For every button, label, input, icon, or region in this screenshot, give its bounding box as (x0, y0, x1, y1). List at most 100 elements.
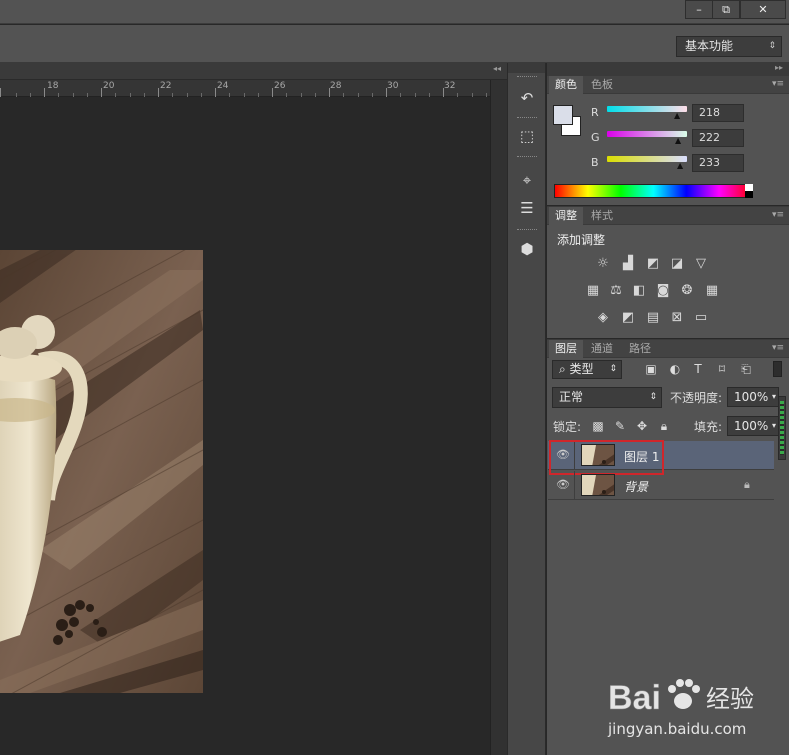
layers-scrollbar[interactable] (778, 396, 786, 460)
layer-row-background[interactable]: 👁︎ 背景 🔒︎ (548, 471, 774, 500)
smart-object-filter-icon[interactable]: ⎗ (738, 361, 754, 377)
workspace-label: 基本功能 (685, 39, 734, 53)
color-lookup-icon[interactable]: ▦ (702, 282, 722, 299)
watermark-url: jingyan.baidu.com (607, 720, 746, 738)
visibility-eye-icon[interactable]: 👁︎ (556, 478, 570, 492)
lock-paint-icon[interactable]: ✎ (612, 418, 628, 434)
close-button[interactable]: ✕ (740, 0, 786, 19)
white-swatch[interactable] (745, 184, 753, 191)
grip-handle[interactable] (517, 117, 537, 119)
adjustments-title: 添加调整 (557, 233, 606, 247)
panel-menu-icon[interactable]: ▾≡ (772, 210, 784, 220)
3d-cube-icon[interactable]: ⬚ (516, 125, 538, 147)
brush-icon[interactable]: ⌖ (516, 169, 538, 191)
tab-layers[interactable]: 图层 (549, 340, 583, 358)
filter-kind-label: 类型 (569, 362, 594, 376)
layer-thumbnail[interactable] (581, 474, 615, 496)
black-swatch[interactable] (745, 191, 753, 198)
watermark-brand: Bai (608, 679, 661, 717)
chevron-down-icon[interactable]: ▾ (772, 417, 776, 435)
minimize-button[interactable]: – (685, 0, 713, 19)
type-filter-icon[interactable]: T (690, 361, 706, 377)
layer-name[interactable]: 背景 (624, 478, 648, 495)
panel-menu-icon[interactable]: ▾≡ (772, 79, 784, 89)
fill-value: 100% (734, 419, 769, 433)
lock-position-icon[interactable]: ✥ (634, 418, 650, 434)
exposure-icon[interactable]: ◪ (667, 255, 687, 272)
grip-handle[interactable] (517, 229, 537, 231)
dock-header (508, 63, 545, 73)
channel-mixer-icon[interactable]: ❂ (677, 282, 697, 299)
watermark: Bai 经验 jingyan.baidu.com (606, 665, 786, 745)
slider-thumb[interactable]: ▲ (675, 136, 681, 145)
history-icon[interactable]: ↶ (516, 87, 538, 109)
photo-filter-icon[interactable]: ◙ (653, 282, 673, 299)
green-value-input[interactable]: 222 (692, 129, 744, 147)
slider-thumb[interactable]: ▲ (674, 111, 680, 120)
grip-handle[interactable] (517, 156, 537, 158)
chevron-down-icon[interactable]: ▾ (772, 388, 776, 406)
panel-menu-icon[interactable]: ▾≡ (772, 343, 784, 353)
channel-label-g: G (591, 131, 600, 144)
opacity-input[interactable]: 100% ▾ (727, 387, 779, 407)
lock-icon: 🔒︎ (744, 478, 750, 491)
paw-logo (668, 679, 700, 709)
fill-input[interactable]: 100% ▾ (727, 416, 779, 436)
posterize-icon[interactable]: ◩ (618, 309, 638, 326)
selective-color-icon[interactable]: ⊠ (667, 309, 687, 326)
adjustments-panel: 调整 样式 ▾≡ 添加调整 ☼ ▟ ◩ ◪ ▽ ▦ ⚖ ◧ ◙ ❂ ▦ ◈ ◩ … (547, 206, 789, 338)
brush-presets-icon[interactable]: ☰ (516, 197, 538, 219)
chevron-updown-icon: ⇕ (768, 41, 776, 51)
pixel-filter-icon[interactable]: ▣ (643, 361, 659, 377)
threshold-icon[interactable]: ▤ (643, 309, 663, 326)
color-spectrum-bar[interactable] (554, 184, 753, 198)
panels-top-bar: ▸▸ (547, 63, 789, 75)
blue-value-input[interactable]: 233 (692, 154, 744, 172)
black-white-icon[interactable]: ◧ (629, 282, 649, 299)
collapse-arrows-icon[interactable]: ◂◂ (493, 64, 501, 73)
restore-button[interactable]: ⧉ (712, 0, 740, 19)
adjustment-filter-icon[interactable]: ◐ (667, 361, 683, 377)
vibrance-icon[interactable]: ▽ (691, 255, 711, 272)
chevron-updown-icon: ⇕ (649, 392, 657, 402)
expand-arrows-icon[interactable]: ▸▸ (775, 63, 783, 72)
cube-icon[interactable]: ⬢ (516, 238, 538, 260)
tab-adjustments[interactable]: 调整 (549, 207, 583, 225)
tab-styles[interactable]: 样式 (585, 207, 619, 225)
tab-channels[interactable]: 通道 (585, 340, 619, 358)
opacity-label: 不透明度: (670, 391, 723, 405)
levels-icon[interactable]: ▟ (618, 255, 638, 272)
blend-mode-label: 正常 (559, 390, 584, 404)
lock-transparency-icon[interactable]: ▩ (590, 418, 606, 434)
opacity-value: 100% (734, 390, 769, 404)
foreground-color-swatch[interactable] (553, 105, 573, 125)
tab-paths[interactable]: 路径 (623, 340, 657, 358)
invert-icon[interactable]: ◈ (593, 309, 613, 326)
brightness-icon[interactable]: ☼ (593, 255, 613, 272)
blue-slider[interactable] (607, 156, 687, 162)
workspace-select[interactable]: 基本功能 ⇕ (676, 36, 782, 57)
document-tab-strip: ◂◂ (0, 63, 507, 80)
scroll-thumb[interactable] (780, 401, 784, 455)
hue-saturation-icon[interactable]: ▦ (583, 282, 603, 299)
layer-filter-select[interactable]: ⌕ 类型 ⇕ (552, 360, 622, 379)
curves-icon[interactable]: ◩ (643, 255, 663, 272)
divider (574, 471, 575, 500)
tab-swatches[interactable]: 色板 (585, 76, 619, 94)
search-icon: ⌕ (559, 362, 570, 376)
tab-color[interactable]: 颜色 (549, 76, 583, 94)
chevron-updown-icon: ⇕ (609, 364, 617, 374)
blend-mode-select[interactable]: 正常 ⇕ (552, 387, 662, 408)
document-image (0, 250, 203, 693)
slider-thumb[interactable]: ▲ (677, 161, 683, 170)
gradient-map-icon[interactable]: ▭ (691, 309, 711, 326)
filter-toggle[interactable] (773, 361, 782, 377)
horizontal-ruler: 18 20 22 24 26 28 30 32 (0, 80, 490, 97)
lock-all-icon[interactable]: 🔒︎ (656, 418, 672, 434)
ruler-ticks (0, 88, 487, 97)
color-balance-icon[interactable]: ⚖ (606, 282, 626, 299)
shape-filter-icon[interactable]: ⌑ (714, 361, 730, 377)
title-bar: – ⧉ ✕ (0, 0, 789, 24)
grip-handle[interactable] (517, 76, 537, 78)
red-value-input[interactable]: 218 (692, 104, 744, 122)
